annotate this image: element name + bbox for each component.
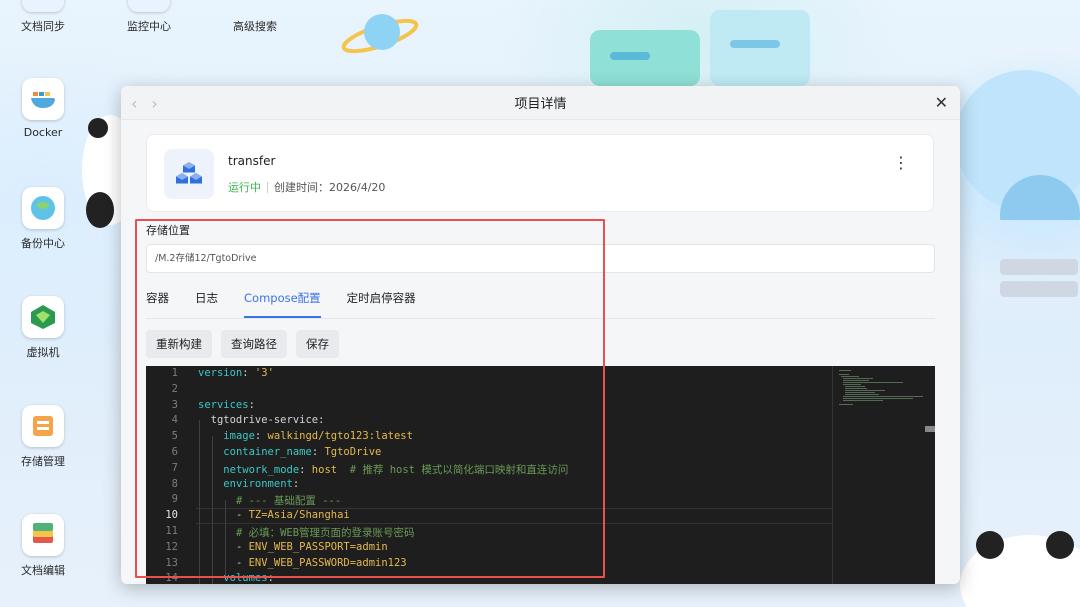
status-divider [267, 181, 268, 193]
storage-icon [22, 405, 64, 447]
line-number: 7 [171, 461, 178, 474]
tab-compose[interactable]: Compose配置 [244, 290, 321, 318]
code-line[interactable]: - TZ=Asia/Shanghai [198, 509, 350, 521]
code-line[interactable]: - ENV_WEB_PASSPORT=admin [198, 541, 388, 553]
line-number: 3 [171, 398, 178, 411]
line-number: 6 [171, 446, 178, 458]
code-line[interactable]: volumes: [198, 572, 274, 584]
more-options-icon[interactable]: ⋮ [893, 153, 909, 172]
tab-container[interactable]: 容器 [146, 290, 169, 318]
vm-icon [22, 296, 64, 338]
desktop-icon-doc-edit[interactable]: 文档编辑 [0, 514, 88, 578]
project-detail-window: ‹ › 项目详情 ✕ transfer 运行中 创建时间：2026/4/20 ⋮… [121, 86, 960, 584]
line-number: 14 [165, 572, 178, 584]
sync-icon [22, 0, 64, 12]
app-info-card: transfer 运行中 创建时间：2026/4/20 ⋮ [146, 134, 934, 212]
line-number: 1 [171, 367, 178, 379]
code-line[interactable]: tgtodrive-service: [198, 414, 325, 426]
search-icon [234, 0, 276, 12]
line-number: 11 [165, 525, 178, 537]
desktop-icon-vm[interactable]: 虚拟机 [0, 296, 88, 360]
code-line[interactable]: version: '3' [198, 367, 274, 379]
created-time: 创建时间：2026/4/20 [274, 181, 386, 194]
code-line[interactable]: container_name: TgtoDrive [198, 446, 381, 458]
line-number: 8 [171, 477, 178, 490]
desktop-icon-backup[interactable]: 备份中心 [0, 187, 88, 251]
line-number: 13 [165, 556, 178, 569]
save-button[interactable]: 保存 [296, 330, 339, 358]
status-badge: 运行中 [228, 181, 261, 194]
tab-logs[interactable]: 日志 [195, 290, 218, 318]
code-line[interactable]: image: walkingd/tgto123:latest [198, 430, 413, 442]
line-number: 4 [171, 414, 178, 427]
line-number: 9 [171, 493, 178, 506]
window-titlebar: ‹ › 项目详情 ✕ [121, 86, 960, 120]
close-icon[interactable]: ✕ [935, 93, 948, 112]
line-number: 2 [171, 382, 178, 395]
panda-decoration-right [950, 505, 1080, 607]
line-number: 5 [171, 430, 178, 443]
code-line[interactable]: network_mode: host # 推荐 host 模式以简化端口映射和直… [198, 462, 568, 477]
desktop-icon-search[interactable]: 高级搜索 [210, 0, 300, 34]
desktop-icon-docker[interactable]: Docker [0, 78, 88, 139]
cloud-decoration [940, 40, 1080, 320]
document-decoration [590, 10, 820, 86]
query-path-button[interactable]: 查询路径 [221, 330, 287, 358]
code-line[interactable]: environment: [198, 478, 299, 490]
server-decoration [998, 255, 1080, 305]
storage-path-field[interactable]: /M.2存储12/TgtoDrive [146, 244, 935, 273]
globe-backup-icon [22, 187, 64, 229]
line-number: 12 [165, 540, 178, 553]
compose-editor[interactable]: 1 version: '3' 2 3 services: 4 tgtodrive-serv… [146, 366, 935, 584]
code-line[interactable]: - ENV_WEB_PASSWORD=admin123 [198, 557, 407, 569]
code-line[interactable]: services: [198, 399, 255, 411]
docker-whale-icon [22, 78, 64, 120]
desktop-icon-doc-sync[interactable]: 文档同步 [0, 0, 88, 34]
rebuild-button[interactable]: 重新构建 [146, 330, 212, 358]
action-buttons: 重新构建 查询路径 保存 [146, 330, 339, 358]
monitor-icon [128, 0, 170, 12]
line-number: 10 [165, 509, 178, 522]
tab-divider [146, 318, 935, 319]
tab-schedule[interactable]: 定时启停容器 [347, 290, 416, 318]
detail-tabs: 容器 日志 Compose配置 定时启停容器 [146, 290, 442, 318]
desktop-icon-storage[interactable]: 存储管理 [0, 405, 88, 469]
doc-edit-icon [22, 514, 64, 556]
editor-minimap[interactable] [832, 366, 935, 584]
editor-scrollbar[interactable] [925, 426, 935, 432]
app-name: transfer [228, 154, 276, 168]
app-cubes-icon [164, 149, 214, 199]
app-status-row: 运行中 创建时间：2026/4/20 [228, 179, 385, 195]
storage-label: 存储位置 [146, 224, 190, 237]
code-line[interactable]: # 必填：WEB管理页面的登录账号密码 [198, 525, 415, 540]
desktop-icon-monitor[interactable]: 监控中心 [104, 0, 194, 34]
planet-decoration [340, 8, 420, 58]
window-title: 项目详情 [514, 97, 567, 112]
code-line[interactable]: # --- 基础配置 --- [198, 493, 341, 508]
